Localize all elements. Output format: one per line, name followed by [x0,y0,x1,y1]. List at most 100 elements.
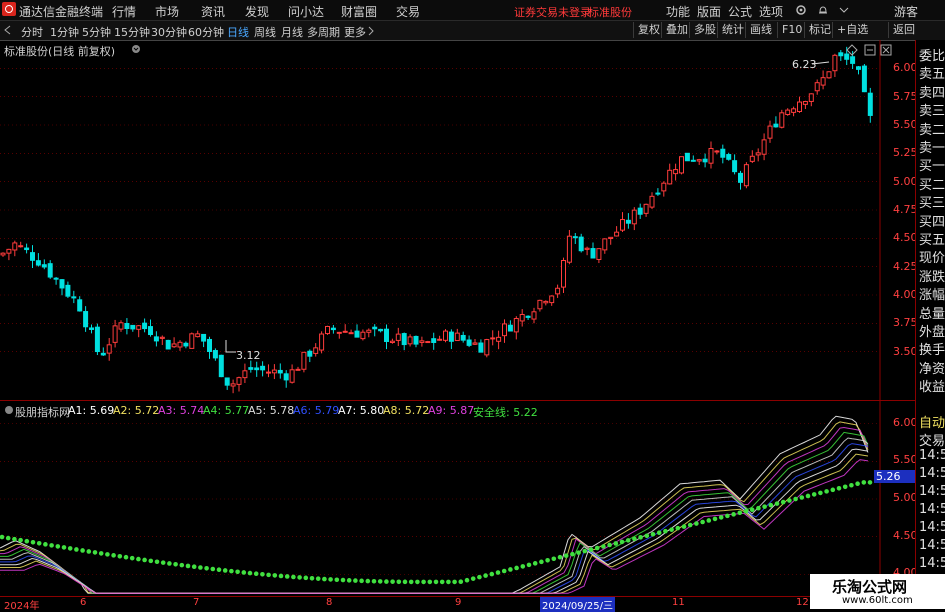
dropdown-circle-icon[interactable] [131,44,141,54]
login-notice[interactable]: 证券交易未登录 [514,4,591,20]
quote-panel-item[interactable]: 卖一 [919,137,945,156]
quote-panel-item[interactable]: 收益 [919,376,945,395]
safety-line-dot [198,565,203,570]
quote-panel-item[interactable]: 买二 [919,174,945,193]
safety-line-dot [675,525,681,531]
candle [826,71,832,79]
multi-stock-button[interactable]: 多股 [689,22,720,38]
close-icon[interactable] [880,44,892,56]
quote-panel-item[interactable]: 买一 [919,155,945,174]
menu-item-wealth[interactable]: 财富圈 [341,3,377,20]
candle [502,319,507,343]
safety-line-dot [849,482,854,488]
menu-item-discover[interactable]: 发现 [245,3,269,20]
safety-line-dot [235,569,240,575]
quote-panel-item[interactable]: 卖四 [919,82,945,101]
quote-panel-item[interactable]: 卖二 [919,119,945,138]
quote-panel-item[interactable]: 换手 [919,339,945,358]
add-watchlist-button[interactable]: +自选 [832,22,872,38]
period-tab-30min[interactable]: 30分钟 [151,24,187,40]
price-axis-label: 5.25 [893,146,918,160]
candle [307,349,313,363]
period-tab-60min[interactable]: 60分钟 [188,24,224,40]
quote-panel-item[interactable]: 交易 [919,430,945,449]
period-tab-timeshare[interactable]: 分时 [21,24,43,40]
period-tab-5min[interactable]: 5分钟 [82,24,111,40]
safety-line-dot [278,573,284,579]
candle [295,366,301,371]
quote-panel-item[interactable]: 买三 [919,192,945,211]
app-logo-icon [2,2,16,16]
chevron-down-icon[interactable] [838,4,850,16]
menu-item-options[interactable]: 选项 [759,3,783,20]
bell-icon[interactable] [817,4,829,16]
safety-line-dot [625,538,631,543]
period-tab-monthly[interactable]: 月线 [281,24,303,40]
quote-panel-item[interactable]: 总量 [919,303,945,322]
candle [620,212,625,232]
back-button[interactable]: 返回 [888,22,919,38]
quote-panel-item[interactable]: 涨跌 [919,266,945,285]
safety-line-dot [842,484,848,490]
menu-item-function[interactable]: 功能 [666,3,690,20]
menu-item-market[interactable]: 市场 [155,3,179,20]
overlay-button[interactable]: 叠加 [661,22,692,38]
diamond-icon[interactable] [846,44,858,56]
candle [625,213,631,229]
candle [195,330,201,338]
period-tab-more[interactable]: 更多 [344,24,366,40]
menu-item-ask[interactable]: 问小达 [288,3,324,20]
settings-icon[interactable] [795,4,807,16]
quote-panel-item[interactable]: 现价 [919,247,945,266]
menu-item-quotes[interactable]: 行情 [112,3,136,20]
candle [478,339,484,353]
quote-panel-item[interactable]: 自动 [919,412,945,431]
f10-button[interactable]: F10 [777,22,806,38]
menu-item-layout[interactable]: 版面 [697,3,721,20]
period-tab-weekly[interactable]: 周线 [254,24,276,40]
date-tick: 6 [80,597,87,608]
candle [543,300,549,306]
candle [313,343,319,357]
quote-panel-item[interactable]: 净资 [919,358,945,377]
collapse-left-icon[interactable] [3,25,13,35]
candle [83,306,89,332]
safety-line-dot [30,539,36,545]
safety-line-dot [532,561,538,566]
adjust-button[interactable]: 复权 [633,22,664,38]
draw-line-button[interactable]: 画线 [745,22,776,38]
period-tab-1min[interactable]: 1分钟 [50,24,79,40]
safety-line-dot [43,542,48,547]
quote-panel-item[interactable]: 卖三 [919,100,945,119]
candle [749,150,755,164]
candle [18,241,24,248]
marker-button[interactable]: 标记 [804,22,835,38]
menu-item-news[interactable]: 资讯 [201,3,225,20]
menu-item-trade[interactable]: 交易 [396,3,420,20]
quote-panel-item[interactable]: 外盘 [919,321,945,340]
safety-line-dot [830,487,836,493]
candle [791,106,797,117]
statistics-button[interactable]: 统计 [717,22,748,38]
safety-line-dot [315,576,321,581]
indicator-settings-icon[interactable] [4,405,14,415]
candle [561,257,566,293]
quote-panel-item[interactable]: 卖五 [919,63,945,82]
period-tab-multi[interactable]: 多周期 [307,24,340,40]
indicator-value-label: A4: 5.77 [203,404,250,417]
safety-line-dot [855,481,860,487]
indicator-name[interactable]: 股朋指标网 [15,404,70,420]
quote-panel-item[interactable]: 涨幅 [919,284,945,303]
period-tab-15min[interactable]: 15分钟 [114,24,150,40]
safety-line-dot [55,544,61,549]
quote-panel-item[interactable]: 委比 [919,45,945,64]
quote-panel-item[interactable]: 买四 [919,211,945,230]
menu-item-formula[interactable]: 公式 [728,3,752,20]
period-tab-daily[interactable]: 日线 [227,24,249,40]
minimize-icon[interactable] [864,44,876,56]
chevron-right-icon[interactable] [367,26,375,36]
quote-panel-item[interactable]: 买五 [919,229,945,248]
guest-label[interactable]: 游客 [894,3,918,20]
candlestick-chart[interactable] [0,40,915,400]
indicator-chart[interactable] [0,400,915,597]
